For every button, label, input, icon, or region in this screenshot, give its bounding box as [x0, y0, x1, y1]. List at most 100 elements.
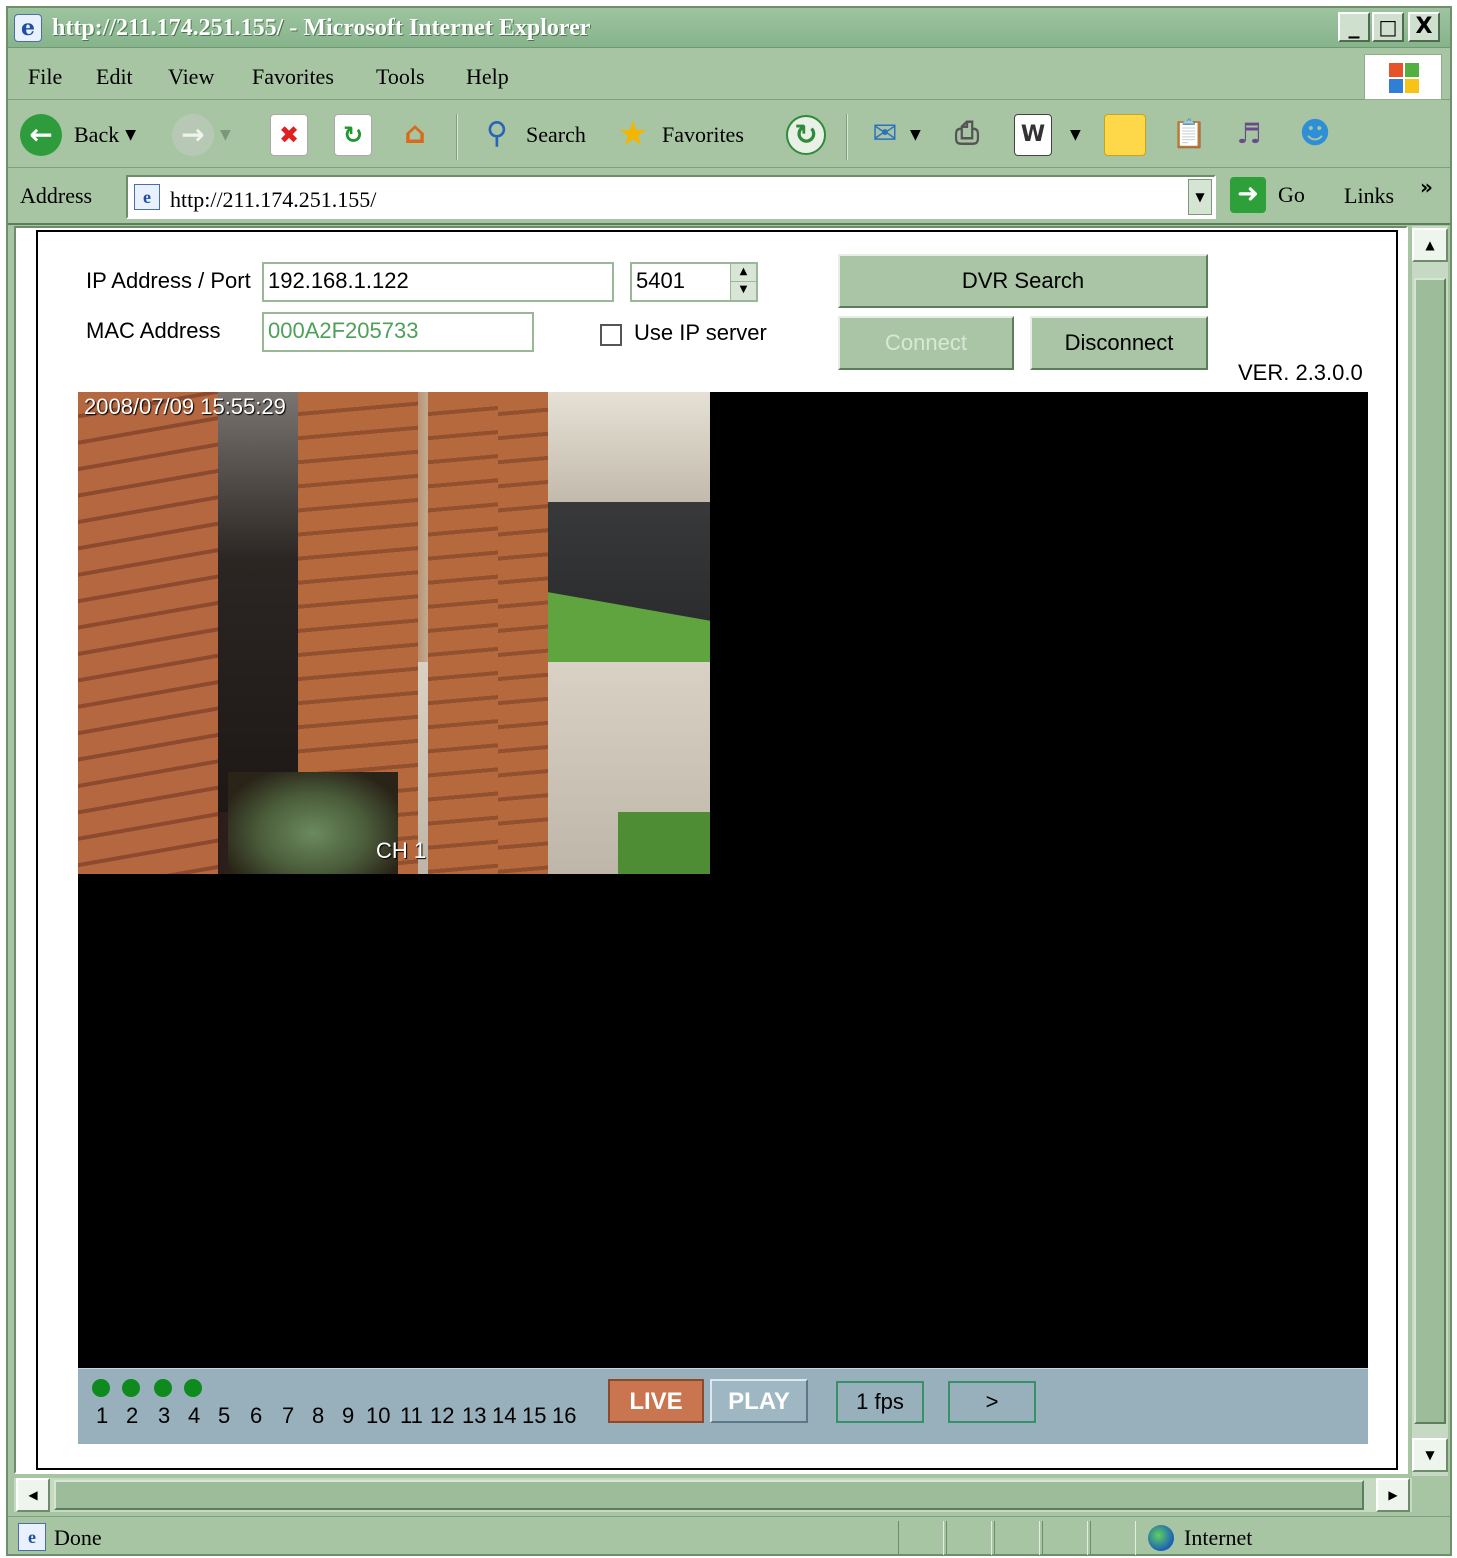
spin-up-icon[interactable]: ▲: [731, 264, 756, 282]
go-button[interactable]: ➜ Go: [1230, 177, 1305, 213]
home-button[interactable]: ⌂: [396, 110, 434, 160]
search-button[interactable]: ⚲ Search: [478, 110, 586, 160]
channel-2-button[interactable]: 2: [126, 1403, 138, 1429]
media-button[interactable]: ♬: [1230, 110, 1268, 160]
chevron-down-icon: ▼: [125, 127, 136, 143]
channel-7-button[interactable]: 7: [282, 1403, 294, 1429]
links-more-icon[interactable]: »: [1420, 175, 1433, 199]
status-bar: e Done Internet: [8, 1516, 1450, 1556]
refresh-button[interactable]: ↻: [334, 110, 372, 160]
stop-button[interactable]: ✖: [270, 110, 308, 160]
playback-control-bar: 1 2 3 4 5 6 7 8 9 10 11 12 13 14 15 16 L…: [78, 1368, 1368, 1444]
status-pane: [994, 1521, 1040, 1555]
page-icon: e: [134, 184, 160, 210]
channel-13-button[interactable]: 13: [462, 1403, 486, 1429]
zone-label: Internet: [1184, 1525, 1253, 1550]
vertical-scrollbar[interactable]: ▲ ▼: [1412, 226, 1448, 1476]
horizontal-scrollbar[interactable]: ◀ ▶: [14, 1478, 1412, 1512]
messenger-icon: ☻: [1299, 116, 1331, 151]
go-label: Go: [1278, 182, 1305, 207]
back-button[interactable]: ← Back ▼: [20, 110, 136, 160]
search-label: Search: [526, 122, 586, 147]
mail-icon: ✉: [872, 116, 898, 151]
clipboard-icon: 📋: [1171, 117, 1207, 150]
toolbar-divider: [846, 114, 848, 160]
maximize-button[interactable]: □: [1372, 12, 1404, 42]
refresh-icon: ↻: [334, 114, 372, 156]
note-icon: [1104, 114, 1146, 156]
browser-window: e http://211.174.251.155/ - Microsoft In…: [6, 6, 1452, 1556]
live-button[interactable]: LIVE: [608, 1379, 704, 1423]
menu-help[interactable]: Help: [466, 64, 509, 90]
dvr-search-button[interactable]: DVR Search: [838, 254, 1208, 308]
menu-tools[interactable]: Tools: [376, 64, 425, 90]
channel-4-button[interactable]: 4: [188, 1403, 200, 1429]
history-button[interactable]: ↻: [786, 110, 826, 160]
channel-6-button[interactable]: 6: [250, 1403, 262, 1429]
channel-15-button[interactable]: 15: [522, 1403, 546, 1429]
video-display[interactable]: 2008/07/09 15:55:29 CH 1: [78, 392, 1368, 1368]
status-text: Done: [54, 1525, 102, 1550]
channel-8-button[interactable]: 8: [312, 1403, 324, 1429]
go-arrow-icon: ➜: [1230, 177, 1266, 213]
camera-feed-ch1[interactable]: 2008/07/09 15:55:29 CH 1: [78, 392, 710, 874]
mail-button[interactable]: ✉ ▼: [866, 110, 920, 160]
ip-address-input[interactable]: 192.168.1.122: [262, 262, 614, 302]
channel-12-button[interactable]: 12: [430, 1403, 454, 1429]
fps-button[interactable]: 1 fps: [836, 1381, 924, 1423]
address-input[interactable]: e http://211.174.251.155/ ▼: [126, 175, 1216, 219]
status-pane: [898, 1521, 944, 1555]
page-content: IP Address / Port 192.168.1.122 5401 ▲ ▼…: [14, 226, 1408, 1474]
use-ip-server-checkbox[interactable]: [600, 324, 622, 346]
printer-icon: ⎙: [955, 116, 979, 151]
scroll-right-button[interactable]: ▶: [1376, 1478, 1410, 1512]
history-icon: ↻: [786, 115, 826, 155]
menu-view[interactable]: View: [168, 64, 214, 90]
channel-9-button[interactable]: 9: [342, 1403, 354, 1429]
messenger-button[interactable]: ☻: [1296, 110, 1334, 160]
play-button[interactable]: PLAY: [710, 1379, 808, 1423]
favorites-button[interactable]: ★ Favorites: [614, 110, 744, 160]
links-button[interactable]: Links: [1344, 183, 1394, 209]
title-bar: e http://211.174.251.155/ - Microsoft In…: [8, 8, 1450, 48]
vertical-scroll-thumb[interactable]: [1414, 278, 1446, 1424]
channel-14-button[interactable]: 14: [492, 1403, 516, 1429]
next-button[interactable]: >: [948, 1381, 1036, 1423]
back-arrow-icon: ←: [20, 114, 62, 156]
edit-button[interactable]: W ▼: [1014, 110, 1081, 160]
address-dropdown-button[interactable]: ▼: [1188, 179, 1212, 215]
status-pane: [1042, 1521, 1088, 1555]
home-icon: ⌂: [404, 116, 426, 151]
print-button[interactable]: ⎙: [948, 110, 986, 160]
channel-11-button[interactable]: 11: [400, 1403, 423, 1429]
mac-address-input[interactable]: 000A2F205733: [262, 312, 534, 352]
mac-address-label: MAC Address: [86, 318, 221, 343]
chevron-down-icon: ▼: [1070, 127, 1081, 143]
channel-3-button[interactable]: 3: [158, 1403, 170, 1429]
minimize-button[interactable]: _: [1338, 12, 1370, 42]
menu-edit[interactable]: Edit: [96, 64, 133, 90]
forward-button[interactable]: → ▼: [172, 110, 231, 160]
port-spinner[interactable]: ▲ ▼: [730, 264, 756, 300]
channel-1-button[interactable]: 1: [96, 1403, 108, 1429]
channel-16-button[interactable]: 16: [552, 1403, 576, 1429]
channel-overlay: CH 1: [376, 838, 427, 863]
research-button[interactable]: 📋: [1170, 110, 1208, 160]
address-url[interactable]: http://211.174.251.155/: [170, 187, 376, 213]
port-input[interactable]: 5401 ▲ ▼: [630, 262, 758, 302]
close-button[interactable]: X: [1408, 12, 1440, 42]
scroll-left-button[interactable]: ◀: [16, 1478, 50, 1512]
spin-down-icon[interactable]: ▼: [731, 282, 756, 298]
disconnect-button[interactable]: Disconnect: [1030, 316, 1208, 370]
connect-button[interactable]: Connect: [838, 316, 1014, 370]
menu-favorites[interactable]: Favorites: [252, 64, 334, 90]
scroll-up-button[interactable]: ▲: [1412, 228, 1448, 262]
ie-icon: e: [14, 14, 42, 42]
scroll-down-button[interactable]: ▼: [1412, 1438, 1448, 1472]
discuss-button[interactable]: [1104, 110, 1146, 160]
horizontal-scroll-thumb[interactable]: [54, 1480, 1364, 1510]
channel-10-button[interactable]: 10: [366, 1403, 390, 1429]
menu-file[interactable]: File: [28, 64, 62, 90]
channel-4-indicator: [184, 1379, 202, 1397]
channel-5-button[interactable]: 5: [218, 1403, 230, 1429]
